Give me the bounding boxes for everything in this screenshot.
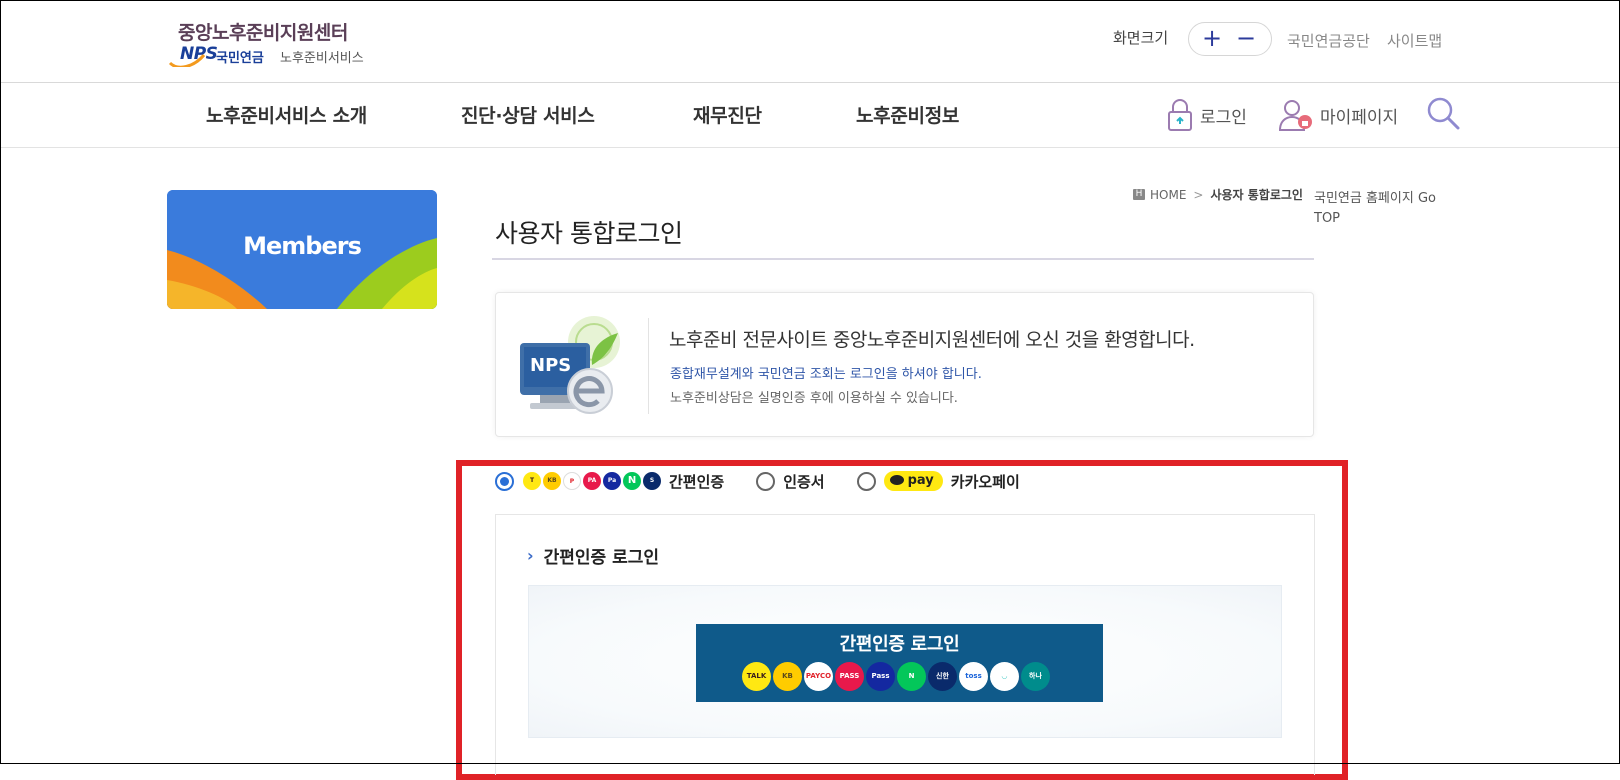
radio-certificate[interactable] [756,471,776,491]
font-increase-button[interactable]: + [1197,24,1227,54]
top-link[interactable]: TOP [1314,209,1436,229]
shinhan-icon: S [643,472,661,490]
font-size-label: 화면크기 [1113,29,1169,47]
speech-bubble-icon [889,475,904,485]
page-title: 사용자 통합로그인 [495,219,683,248]
kakaopay-badge: pay [883,471,943,491]
lock-icon [1168,99,1192,131]
login-button-area: 간편인증 로그인 TALK KB PAYCO PASS Pass N 신한 toss ◡ 하나 [528,585,1282,738]
simple-auth-icons: T KB P PA Pa N S [521,472,661,490]
logo-title: 중앙노후준비지원센터 [178,22,348,44]
breadcrumb-current: 사용자 통합로그인 [1210,188,1303,202]
top-bar: 중앙노후준비지원센터 NPS 국민연금 노후준비서비스 화면크기 + − 국민연… [0,0,1620,83]
chevron-right-icon: › [527,546,534,565]
shinhan-icon: 신한 [928,662,957,691]
toss-icon: toss [959,662,988,691]
mypage-link[interactable]: 마이페이지 [1278,95,1398,135]
payco-icon: PAYCO [804,662,833,691]
welcome-heading: 노후준비 전문사이트 중앙노후준비지원센터에 오신 것을 환영합니다. [669,329,1195,351]
payco-icon: P [563,472,581,490]
sitemap-link[interactable]: 사이트맵 [1387,30,1442,51]
simple-auth-panel: › 간편인증 로그인 간편인증 로그인 TALK KB PAYCO PASS Pass N… [495,514,1315,775]
simple-auth-label[interactable]: 간편인증 [669,471,724,492]
home-icon: H [1133,189,1145,200]
kb-icon: KB [543,472,561,490]
breadcrumb: H HOME > 사용자 통합로그인 [1133,186,1303,203]
nps-link[interactable]: 국민연금공단 [1287,30,1370,51]
nav-retirement-info[interactable]: 노후준비정보 [856,101,959,128]
breadcrumb-home[interactable]: HOME [1150,188,1186,202]
user-lock-icon [1278,100,1312,131]
naver-icon: N [623,472,641,490]
naver-icon: N [897,662,926,691]
font-decrease-button[interactable]: − [1231,24,1261,54]
breadcrumb-separator: > [1193,187,1204,202]
welcome-note-login: 종합재무설계와 국민연금 조회는 로그인을 하셔야 합니다. [670,367,982,382]
kakaopay-label[interactable]: 카카오페이 [951,471,1020,492]
login-button-label: 간편인증 로그인 [839,634,960,655]
nav-service-intro[interactable]: 노후준비서비스 소개 [206,101,367,128]
hana-icon: 하나 [1021,662,1050,691]
welcome-divider [648,318,649,414]
samsung-pass-icon: Pa [603,472,621,490]
mypage-label: 마이페이지 [1320,107,1399,128]
logo-nps: NPS [180,44,218,64]
members-banner: Members [167,190,437,309]
kakaotalk-icon: TALK [742,662,771,691]
panel-heading: › 간편인증 로그인 [527,543,659,568]
simple-auth-login-button[interactable]: 간편인증 로그인 TALK KB PAYCO PASS Pass N 신한 toss ◡ 하나 [696,624,1103,702]
nps-homepage-link[interactable]: 국민연금 홈페이지 Go [1314,189,1436,209]
side-quick-links: 국민연금 홈페이지 Go TOP [1314,189,1436,229]
search-icon[interactable] [1425,95,1461,131]
nav-financial-diagnosis[interactable]: 재무진단 [693,101,762,128]
kakao-icon: T [523,472,541,490]
provider-icons: TALK KB PAYCO PASS Pass N 신한 toss ◡ 하나 [742,662,1052,691]
panel-heading-text: 간편인증 로그인 [543,548,659,568]
radio-kakaopay[interactable] [856,471,876,491]
welcome-box: NPS 노후준비 전문사이트 중앙노후준비지원센터에 오신 것을 환영합니다. … [495,292,1314,437]
title-divider [492,258,1314,260]
login-link[interactable]: 로그인 [1166,95,1247,135]
radio-simple-auth[interactable] [495,471,514,491]
welcome-note-auth: 노후준비상담은 실명인증 후에 이용하실 수 있습니다. [670,391,958,406]
kb-icon: KB [773,662,802,691]
logo-sub-service: 노후준비서비스 [280,51,364,66]
pass-icon: PA [583,472,601,490]
login-method-options: T KB P PA Pa N S 간편인증 인증서 pay 카카오페이 [495,468,1020,494]
login-label: 로그인 [1200,107,1247,128]
samsung-pass-icon: Pass [866,662,895,691]
banksalad-icon: ◡ [990,662,1019,691]
nps-badge: NPS [530,355,572,376]
nav-diagnosis-consult[interactable]: 진단·상담 서비스 [461,101,595,128]
pass-icon: PASS [835,662,864,691]
site-logo[interactable]: 중앙노후준비지원센터 NPS 국민연금 노후준비서비스 [168,18,378,70]
font-size-control: + − [1188,22,1272,56]
pay-badge-text: pay [907,473,934,488]
logo-sub-pension: 국민연금 [216,51,264,66]
certificate-label[interactable]: 인증서 [783,471,824,492]
members-label: Members [243,232,362,260]
main-nav: 노후준비서비스 소개 진단·상담 서비스 재무진단 노후준비정보 로그인 마이페… [0,83,1620,148]
